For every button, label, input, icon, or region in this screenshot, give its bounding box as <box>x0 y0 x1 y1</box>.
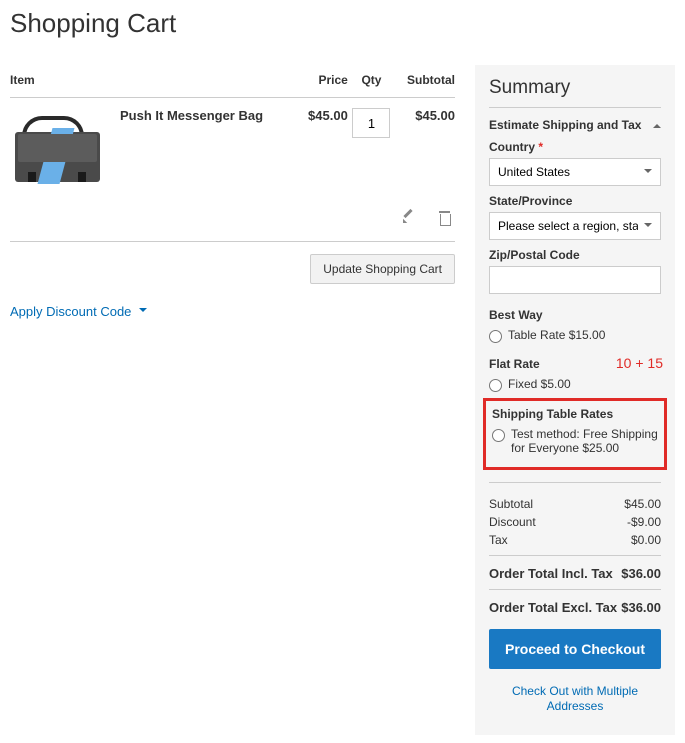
shipping-best-way: Best Way Table Rate $15.00 <box>489 308 661 343</box>
total-incl-label: Order Total Incl. Tax <box>489 566 613 581</box>
remove-item-icon[interactable] <box>437 210 455 228</box>
header-subtotal: Subtotal <box>395 65 455 98</box>
qty-input[interactable] <box>352 108 390 138</box>
totals-section: Subtotal $45.00 Discount -$9.00 Tax $0.00 O… <box>489 482 661 615</box>
shipping-flat-rate: Flat Rate 10 + 15 Fixed $5.00 <box>489 357 661 392</box>
product-image[interactable] <box>10 114 105 194</box>
multiple-addresses-link[interactable]: Check Out with Multiple Addresses <box>512 684 638 713</box>
page-title: Shopping Cart <box>10 8 675 39</box>
ship-option-fixed[interactable]: Fixed $5.00 <box>489 377 661 392</box>
header-item: Item <box>10 65 298 98</box>
annotation-text: 10 + 15 <box>616 355 663 371</box>
summary-panel: Summary Estimate Shipping and Tax Countr… <box>475 65 675 735</box>
total-incl-value: $36.00 <box>621 566 661 581</box>
discount-value: -$9.00 <box>627 515 661 529</box>
header-price: Price <box>298 65 348 98</box>
subtotal-value: $45.00 <box>624 497 661 511</box>
total-excl-label: Order Total Excl. Tax <box>489 600 617 615</box>
highlight-annotation: Shipping Table Rates Test method: Free S… <box>483 398 667 470</box>
total-excl-value: $36.00 <box>621 600 661 615</box>
update-cart-button[interactable]: Update Shopping Cart <box>310 254 455 284</box>
apply-discount-toggle[interactable]: Apply Discount Code <box>10 304 455 319</box>
zip-label: Zip/Postal Code <box>489 248 661 262</box>
cart-row: Push It Messenger Bag $45.00 $45.00 <box>10 98 455 205</box>
country-label: Country <box>489 140 661 154</box>
chevron-down-icon <box>644 169 652 177</box>
tax-value: $0.00 <box>631 533 661 547</box>
state-select[interactable]: Please select a region, state or provinc… <box>489 212 661 240</box>
estimate-shipping-toggle[interactable]: Estimate Shipping and Tax <box>489 118 661 132</box>
edit-item-icon[interactable] <box>401 210 419 228</box>
product-name[interactable]: Push It Messenger Bag <box>120 108 263 123</box>
product-subtotal: $45.00 <box>415 108 455 123</box>
summary-title: Summary <box>489 77 661 108</box>
state-label: State/Province <box>489 194 661 208</box>
subtotal-label: Subtotal <box>489 497 533 511</box>
proceed-checkout-button[interactable]: Proceed to Checkout <box>489 629 661 669</box>
chevron-up-icon <box>653 120 661 128</box>
cart-table: Item Price Qty Subtotal <box>10 65 455 242</box>
ship-option-table-rate[interactable]: Table Rate $15.00 <box>489 328 661 343</box>
cart-items-section: Item Price Qty Subtotal <box>10 65 455 319</box>
header-qty: Qty <box>348 65 395 98</box>
ship-option-test-method[interactable]: Test method: Free Shipping for Everyone … <box>492 427 658 455</box>
tax-label: Tax <box>489 533 508 547</box>
zip-input[interactable] <box>489 266 661 294</box>
country-select[interactable]: United States <box>489 158 661 186</box>
discount-label: Discount <box>489 515 536 529</box>
product-price: $45.00 <box>308 108 348 123</box>
chevron-down-icon <box>644 223 652 231</box>
